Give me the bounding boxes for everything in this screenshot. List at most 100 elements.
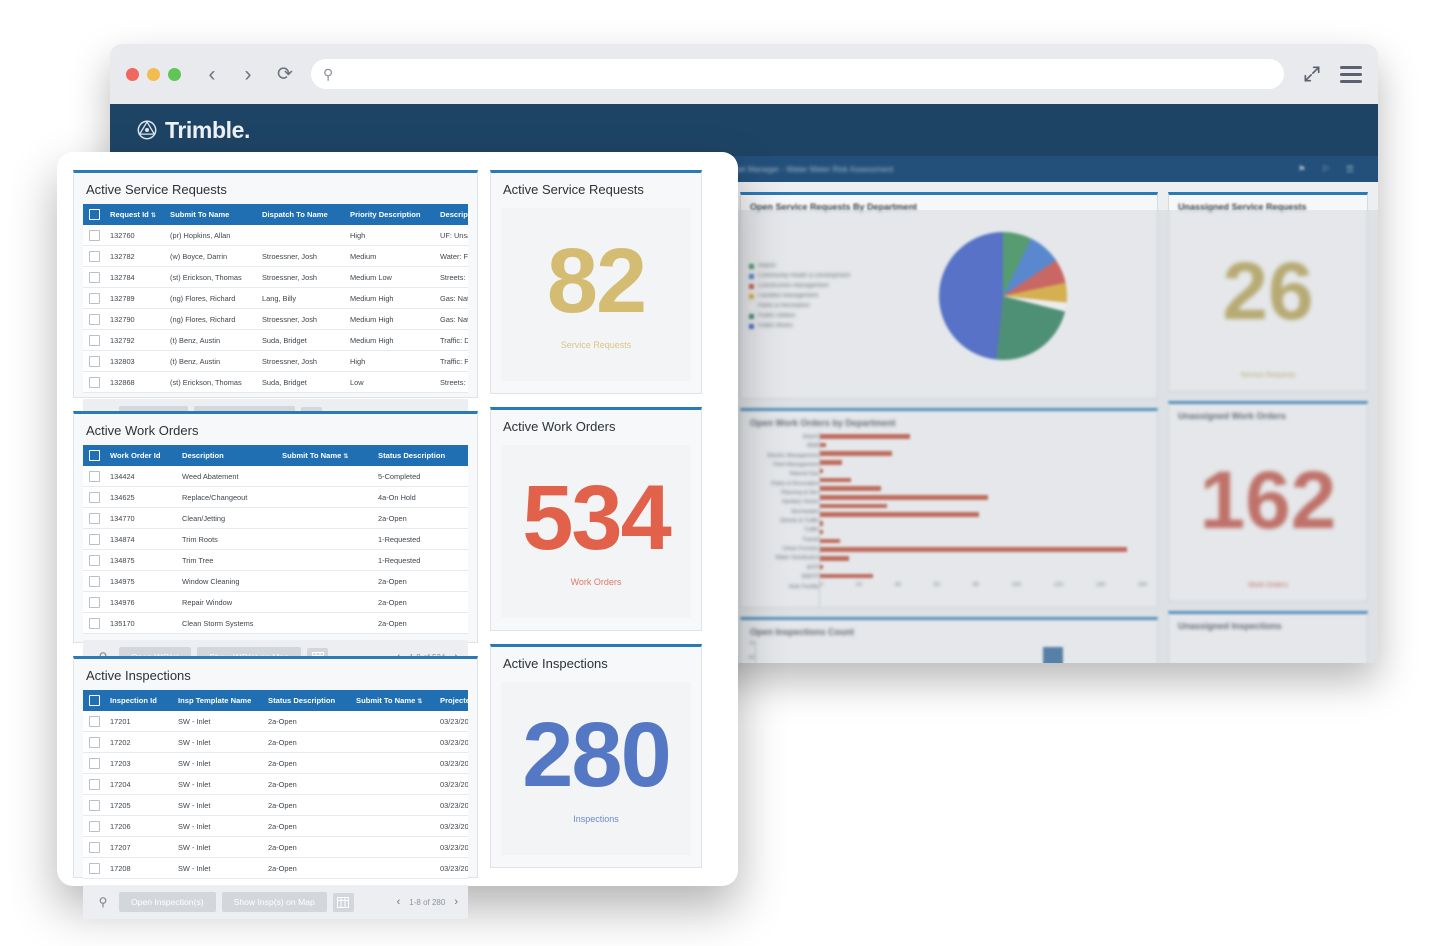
row-select-cell[interactable] (83, 815, 105, 837)
column-header-inspection-id[interactable]: Inspection Id (105, 690, 173, 711)
back-icon[interactable]: ‹ (201, 64, 223, 85)
column-header-submit-to-name[interactable]: Submit To Name ⇅ (351, 690, 435, 711)
row-select-cell[interactable] (83, 287, 105, 309)
table-row[interactable]: 132789 (ng) Flores, Richard Lang, Billy Med… (83, 287, 468, 309)
row-checkbox[interactable] (88, 757, 100, 769)
alerts-icon[interactable]: ⚐ (1322, 164, 1330, 175)
row-checkbox[interactable] (88, 778, 100, 790)
row-checkbox[interactable] (88, 862, 100, 874)
column-header-insp-template-name[interactable]: Insp Template Name (173, 690, 263, 711)
notifications-icon[interactable]: ⚑ (1298, 164, 1306, 175)
expand-arrows-icon[interactable] (1302, 64, 1322, 84)
row-checkbox[interactable] (88, 512, 100, 524)
row-checkbox[interactable] (88, 470, 100, 482)
row-select-cell[interactable] (83, 329, 105, 351)
table-row[interactable]: 17206SW - Inlet2a-Open 03/23/2022 (83, 815, 468, 837)
column-header-request-id[interactable]: Request Id ⇅ (105, 204, 165, 225)
row-checkbox[interactable] (88, 229, 100, 241)
column-header-description[interactable]: Description (177, 445, 277, 466)
prev-page-button[interactable]: ‹ (397, 896, 401, 908)
column-header-status-description[interactable]: Status Description (263, 690, 351, 711)
table-row[interactable]: 134770 Clean/Jetting 2a-Open (83, 507, 468, 529)
table-row[interactable]: 17202SW - Inlet2a-Open 03/23/2022 (83, 731, 468, 753)
row-select-cell[interactable] (83, 836, 105, 858)
table-row[interactable]: 17204SW - Inlet2a-Open 03/23/2022 (83, 773, 468, 795)
row-select-cell[interactable] (83, 350, 105, 372)
row-select-cell[interactable] (83, 225, 105, 246)
row-select-cell[interactable] (83, 570, 105, 592)
row-select-cell[interactable] (83, 752, 105, 774)
row-select-cell[interactable] (83, 857, 105, 879)
row-checkbox[interactable] (88, 715, 100, 727)
row-checkbox[interactable] (88, 376, 100, 388)
row-checkbox[interactable] (88, 820, 100, 832)
row-select-cell[interactable] (83, 507, 105, 529)
row-checkbox[interactable] (88, 617, 100, 629)
row-checkbox[interactable] (88, 533, 100, 545)
column-header-status-description[interactable]: Status Description (373, 445, 468, 466)
row-select-cell[interactable] (83, 773, 105, 795)
table-row[interactable]: 17208SW - Inlet2a-Open 03/23/2022 (83, 857, 468, 879)
table-row[interactable]: 132792 (t) Benz, Austin Suda, Bridget Mediu… (83, 329, 468, 351)
table-row[interactable]: 132790 (ng) Flores, Richard Stroessner, Jo… (83, 308, 468, 330)
table-row[interactable]: 134625 Replace/Changeout 4a-On Hold (83, 486, 468, 508)
row-select-cell[interactable] (83, 466, 105, 487)
row-checkbox[interactable] (88, 575, 100, 587)
select-all-header[interactable] (83, 690, 105, 711)
table-row[interactable]: 134875 Trim Tree 1-Requested (83, 549, 468, 571)
window-traffic-lights[interactable] (126, 67, 181, 81)
column-header-work-order-id[interactable]: Work Order Id (105, 445, 177, 466)
url-input[interactable] (342, 66, 1272, 82)
user-icon[interactable]: ☰ (1346, 164, 1354, 175)
forward-icon[interactable]: › (237, 64, 259, 85)
column-header-submit-to-name[interactable]: Submit To Name ⇅ (277, 445, 373, 466)
row-checkbox[interactable] (88, 491, 100, 503)
table-row[interactable]: 132803 (t) Benz, Austin Stroessner, Josh Hi… (83, 350, 468, 372)
table-row[interactable]: 17203SW - Inlet2a-Open 03/23/2022 (83, 752, 468, 774)
row-checkbox[interactable] (88, 334, 100, 346)
row-checkbox[interactable] (88, 841, 100, 853)
row-checkbox[interactable] (88, 799, 100, 811)
table-row[interactable]: 134976 Repair Window 2a-Open (83, 591, 468, 613)
open-inspection-button[interactable]: Open Inspection(s) (119, 892, 216, 912)
table-row[interactable]: 134874 Trim Roots 1-Requested (83, 528, 468, 550)
table-row[interactable]: 135170 Clean Storm Systems 2a-Open (83, 612, 468, 634)
table-row[interactable]: 134424 Weed Abatement 5-Completed (83, 466, 468, 487)
row-select-cell[interactable] (83, 486, 105, 508)
table-row[interactable]: 132782 (w) Boyce, Darrin Stroessner, Josh M… (83, 245, 468, 267)
select-all-checkbox[interactable] (88, 209, 100, 220)
maximize-window-button[interactable] (168, 67, 181, 81)
select-all-header[interactable] (83, 204, 105, 225)
row-checkbox[interactable] (88, 596, 100, 608)
select-all-checkbox[interactable] (88, 695, 100, 706)
table-row[interactable]: 132784 (st) Erickson, Thomas Stroessner, J… (83, 266, 468, 288)
hamburger-menu-icon[interactable] (1340, 65, 1362, 83)
minimize-window-button[interactable] (147, 67, 160, 81)
row-select-cell[interactable] (83, 711, 105, 732)
row-checkbox[interactable] (88, 250, 100, 262)
table-row[interactable]: 134975 Window Cleaning 2a-Open (83, 570, 468, 592)
row-checkbox[interactable] (88, 313, 100, 325)
select-all-checkbox[interactable] (88, 450, 100, 461)
row-checkbox[interactable] (88, 355, 100, 367)
column-header-dispatch-to-name[interactable]: Dispatch To Name (257, 204, 345, 225)
row-select-cell[interactable] (83, 731, 105, 753)
row-select-cell[interactable] (83, 245, 105, 267)
table-row[interactable]: 17207SW - Inlet2a-Open 03/23/2022 (83, 836, 468, 858)
search-icon[interactable]: ⚲ (93, 893, 113, 911)
next-page-button[interactable]: › (454, 896, 458, 908)
column-header-description[interactable]: Description (435, 204, 468, 225)
row-select-cell[interactable] (83, 308, 105, 330)
row-checkbox[interactable] (88, 271, 100, 283)
table-row[interactable]: 132868 (st) Erickson, Thomas Suda, Bridget… (83, 371, 468, 393)
column-header-submit-to-name[interactable]: Submit To Name (165, 204, 257, 225)
row-checkbox[interactable] (88, 292, 100, 304)
table-row[interactable]: 17201SW - Inlet2a-Open 03/23/2022 (83, 711, 468, 732)
select-all-header[interactable] (83, 445, 105, 466)
row-select-cell[interactable] (83, 794, 105, 816)
row-select-cell[interactable] (83, 371, 105, 393)
row-select-cell[interactable] (83, 266, 105, 288)
address-bar[interactable]: ⚲ (311, 59, 1284, 89)
row-select-cell[interactable] (83, 612, 105, 634)
row-checkbox[interactable] (88, 554, 100, 566)
